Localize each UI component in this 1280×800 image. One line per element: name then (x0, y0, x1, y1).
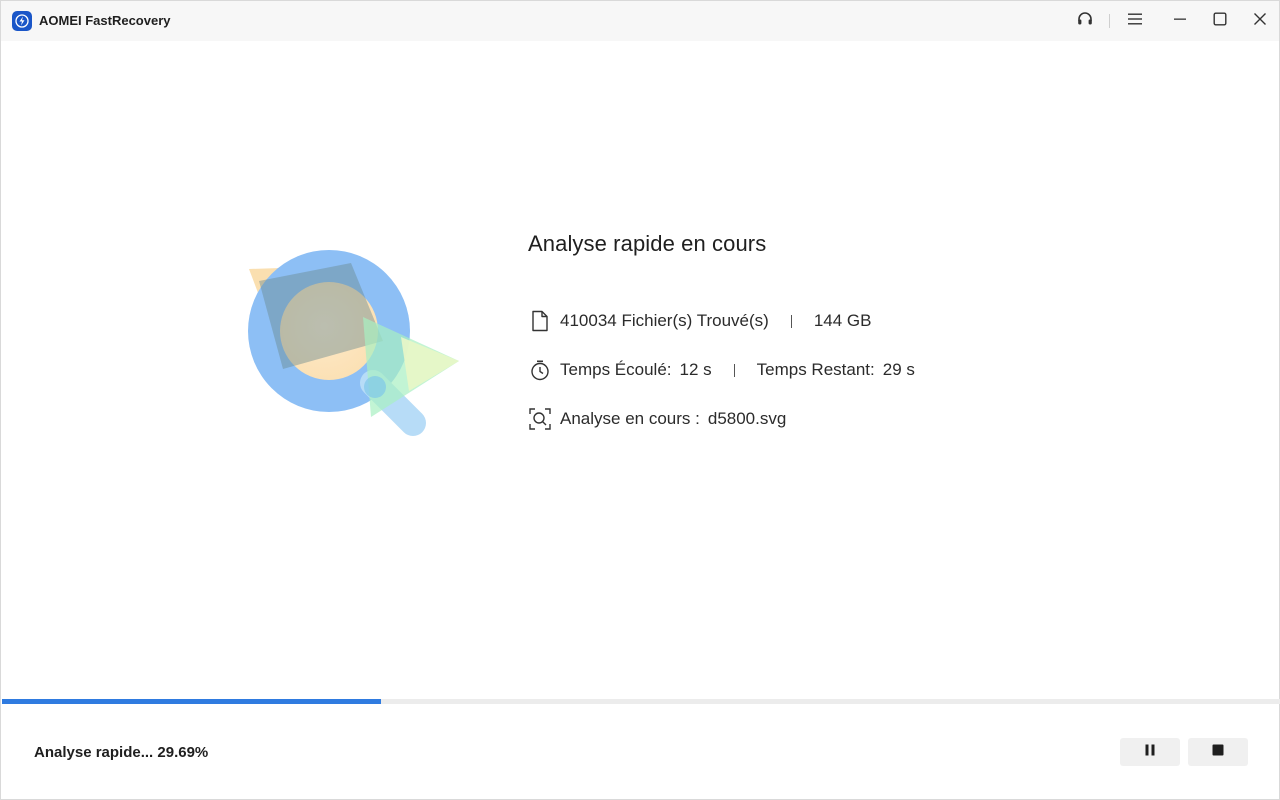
magnifier-scan-icon (248, 250, 459, 436)
remaining-value: 29 s (882, 360, 915, 379)
stop-button[interactable] (1188, 738, 1248, 766)
menu-button[interactable] (1122, 8, 1148, 34)
title-bar: AOMEI FastRecovery (1, 1, 1279, 41)
time-row: Temps Écoulé: 12 s Temps Restant: 29 s (528, 357, 915, 383)
remaining-label: Temps Restant: (756, 360, 875, 379)
close-button[interactable] (1247, 8, 1273, 34)
headset-icon (1076, 10, 1094, 33)
current-file-name: d5800.svg (707, 409, 787, 428)
stopwatch-icon (528, 358, 552, 382)
file-icon (528, 309, 552, 333)
elapsed-value: 12 s (679, 360, 712, 379)
scan-status-text: Analyse rapide... 29.69% (34, 744, 209, 761)
titlebar-divider (1109, 14, 1110, 28)
pause-button[interactable] (1120, 738, 1180, 766)
maximize-icon (1213, 12, 1227, 31)
close-icon (1253, 12, 1267, 31)
support-button[interactable] (1072, 8, 1098, 34)
current-file-label: Analyse en cours : (560, 409, 700, 428)
scan-progress-fill (2, 699, 382, 704)
maximize-button[interactable] (1207, 8, 1233, 34)
scan-progress-bar (2, 699, 1280, 704)
row-divider (790, 314, 792, 328)
scan-illustration (241, 241, 471, 446)
stop-icon (1211, 743, 1225, 762)
scan-title: Analyse rapide en cours (528, 231, 767, 256)
pause-icon (1143, 743, 1157, 762)
app-window: AOMEI FastRecovery Analyse rapide en cou… (0, 0, 1280, 800)
files-total-size: 144 GB (813, 311, 872, 330)
menu-icon (1127, 12, 1143, 31)
files-found-count: 410034 Fichier(s) Trouvé(s) (560, 311, 769, 330)
elapsed-label: Temps Écoulé: (560, 360, 672, 379)
minimize-icon (1173, 12, 1187, 31)
current-file-row: Analyse en cours : d5800.svg (528, 406, 786, 432)
app-title: AOMEI FastRecovery (39, 13, 171, 28)
row-divider (733, 363, 735, 377)
lightning-logo-icon (12, 11, 32, 31)
files-found-row: 410034 Fichier(s) Trouvé(s) 144 GB (528, 308, 871, 334)
minimize-button[interactable] (1167, 8, 1193, 34)
scan-search-icon (528, 407, 552, 431)
